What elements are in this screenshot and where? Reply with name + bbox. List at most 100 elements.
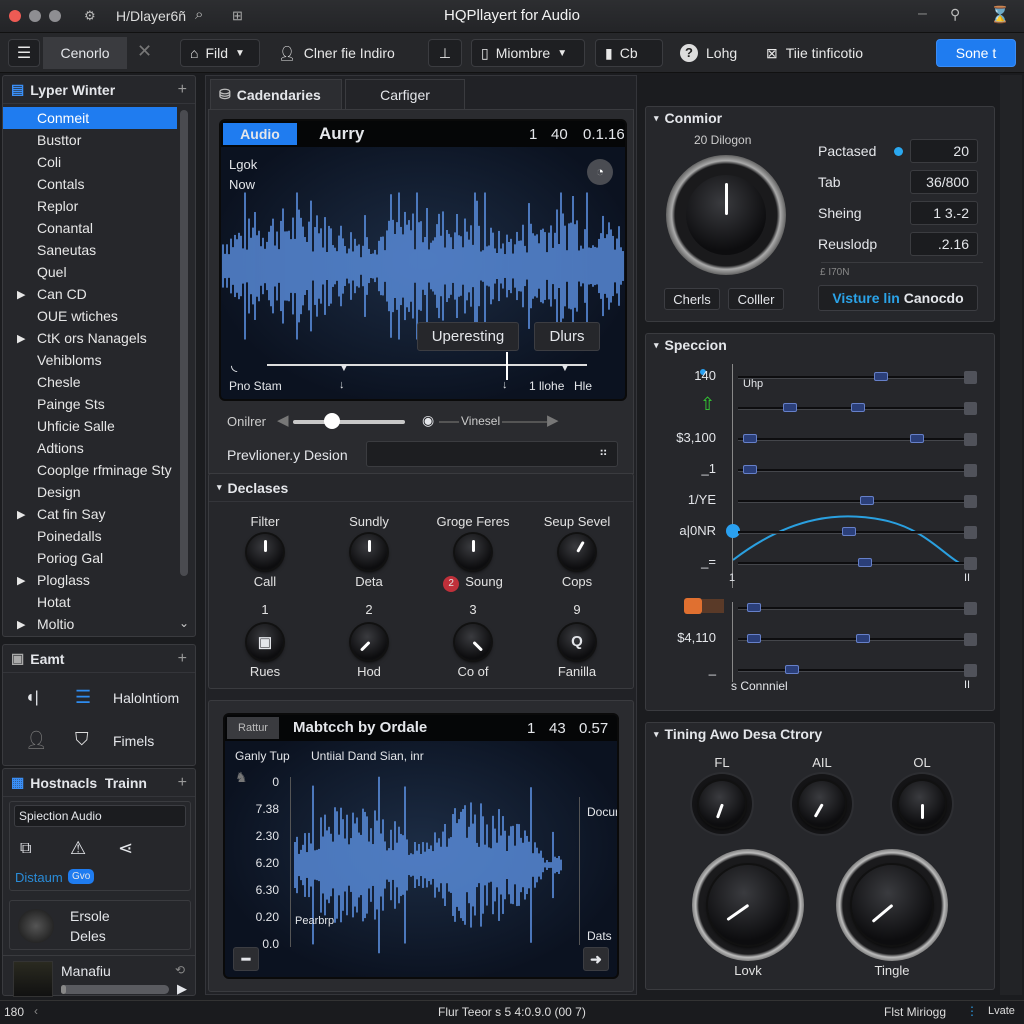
timing-small-knob[interactable] bbox=[892, 774, 952, 834]
spec-track[interactable] bbox=[738, 438, 964, 441]
add-icon[interactable]: + bbox=[178, 650, 187, 668]
shield-icon[interactable]: ⛉ bbox=[75, 729, 89, 750]
user-button[interactable]: 👤︎ Clner fie Indiro bbox=[278, 39, 395, 67]
spec-handle[interactable] bbox=[783, 403, 798, 412]
spec-track[interactable] bbox=[738, 469, 964, 472]
eamt-item[interactable]: Fimels bbox=[113, 733, 154, 749]
more-icon[interactable]: ⋮ bbox=[966, 1004, 978, 1018]
sidebar-item[interactable]: Painge Sts bbox=[3, 393, 177, 415]
spec-handle[interactable] bbox=[785, 665, 800, 674]
spec-track[interactable] bbox=[738, 376, 964, 379]
distaum-link[interactable]: Distaum bbox=[15, 870, 63, 885]
tab-cadendaries[interactable]: ⛁ Cadendaries bbox=[210, 79, 342, 109]
knob[interactable] bbox=[899, 781, 945, 827]
spec-handle[interactable] bbox=[841, 527, 856, 536]
spec-track[interactable] bbox=[738, 500, 964, 503]
profile-card[interactable]: Ersole Deles bbox=[9, 900, 191, 950]
expand-arrow-icon[interactable]: ▶ bbox=[17, 332, 25, 345]
dlurs-button[interactable]: Dlurs bbox=[534, 322, 600, 351]
spec-handle[interactable] bbox=[909, 434, 924, 443]
uperesting-button[interactable]: Uperesting bbox=[417, 322, 519, 351]
play-icon[interactable]: ▶ bbox=[177, 981, 187, 997]
sidebar-item[interactable]: Poriog Gal bbox=[3, 547, 177, 569]
timeline-marker[interactable]: ▼ bbox=[339, 363, 349, 374]
knob[interactable]: ▣ bbox=[247, 624, 283, 660]
sidebar-scrollbar[interactable] bbox=[180, 110, 188, 576]
onilrer-slider[interactable] bbox=[293, 420, 405, 424]
spec-handle[interactable] bbox=[855, 634, 870, 643]
conmior-row-value[interactable]: .2.16 bbox=[910, 232, 978, 256]
primary-action-button[interactable]: Sone t bbox=[936, 39, 1016, 67]
second-tag[interactable]: Rattur bbox=[227, 717, 279, 739]
sidebar-item[interactable]: Vehibloms bbox=[3, 349, 177, 371]
tab-document[interactable]: Cenorlo bbox=[43, 37, 127, 69]
sidebar-item[interactable]: Conmeit bbox=[3, 107, 177, 129]
spec-handle[interactable] bbox=[857, 558, 872, 567]
knob[interactable] bbox=[247, 534, 283, 570]
conmior-header[interactable]: ▾ Conmior bbox=[646, 107, 994, 129]
track-progress-bar[interactable] bbox=[61, 985, 169, 994]
declases-header[interactable]: ▾ Declases bbox=[209, 474, 633, 502]
knob[interactable] bbox=[455, 624, 491, 660]
sidebar-item[interactable]: Cooplge rfminage Sty bbox=[3, 459, 177, 481]
timing-small-knob[interactable] bbox=[692, 774, 752, 834]
cherls-button[interactable]: Cherls bbox=[664, 288, 720, 310]
add-icon[interactable]: + bbox=[178, 774, 187, 792]
spec-handle[interactable] bbox=[860, 496, 875, 505]
spec-handle[interactable] bbox=[873, 372, 888, 381]
arrow-left-icon[interactable]: ◀ bbox=[277, 411, 289, 429]
spec-row-end-button[interactable] bbox=[964, 371, 977, 384]
spec-handle[interactable] bbox=[747, 634, 762, 643]
colller-button[interactable]: Colller bbox=[728, 288, 784, 310]
second-waveform-view[interactable]: Rattur Mabtcch by Ordale 1 43 0.57 Ganly… bbox=[223, 713, 619, 979]
right-scroll-strip[interactable] bbox=[1000, 75, 1022, 995]
close-icon[interactable]: ⌛ bbox=[990, 5, 1010, 25]
timeline-track[interactable] bbox=[267, 364, 587, 366]
camera-icon[interactable]: ⧉ bbox=[20, 840, 31, 858]
spec-row-end-button[interactable] bbox=[964, 526, 977, 539]
sidebar-item[interactable]: Design bbox=[3, 481, 177, 503]
sidebar-item[interactable]: ▶ Cat fin Say bbox=[3, 503, 177, 525]
knob[interactable] bbox=[559, 534, 595, 570]
tie-button[interactable]: ⊠ Tiie tinficotio bbox=[766, 39, 863, 67]
spec-row-end-button[interactable] bbox=[964, 433, 977, 446]
knob[interactable]: Q bbox=[559, 624, 595, 660]
minus-button[interactable]: ━ bbox=[233, 947, 259, 971]
sidebar-item[interactable]: ▶ CtK ors Nanagels bbox=[3, 327, 177, 349]
sidebar-item[interactable]: Chesle bbox=[3, 371, 177, 393]
warning-icon[interactable]: ⚠ bbox=[70, 838, 86, 859]
audio-tag[interactable]: Audio bbox=[223, 123, 297, 145]
speaker-icon[interactable]: ◖| bbox=[25, 689, 39, 707]
sidebar-item[interactable]: Busttor bbox=[3, 129, 177, 151]
spec-handle[interactable] bbox=[742, 465, 757, 474]
grip-icon[interactable]: ⠶ bbox=[599, 445, 608, 459]
timing-big-dial[interactable] bbox=[836, 849, 948, 961]
add-icon[interactable]: + bbox=[178, 81, 187, 99]
expand-arrow-icon[interactable]: ▶ bbox=[17, 618, 25, 631]
person-icon[interactable]: 👤︎ bbox=[25, 730, 48, 751]
sidebar-item[interactable]: Conantal bbox=[3, 217, 177, 239]
sidebar-item[interactable]: ▶ Ploglass bbox=[3, 569, 177, 591]
menu-button[interactable]: ☰ bbox=[8, 39, 40, 67]
timing-big-dial[interactable] bbox=[692, 849, 804, 961]
spec-track[interactable] bbox=[738, 669, 964, 672]
audio-waveform-view[interactable]: Audio Aurry 1 40 0.1.16 Lgok Now ◔ Upere… bbox=[219, 119, 627, 401]
help-button[interactable]: ? Lohg bbox=[680, 39, 737, 67]
spiection-input[interactable]: Spiection Audio bbox=[14, 805, 186, 827]
speccion-header[interactable]: ▾ Speccion bbox=[646, 334, 994, 356]
conmior-row-value[interactable]: 36/800 bbox=[910, 170, 978, 194]
spec-row-end-button[interactable] bbox=[964, 602, 977, 615]
expand-arrow-icon[interactable]: ▶ bbox=[17, 288, 25, 301]
spec-row-end-button[interactable] bbox=[964, 495, 977, 508]
timing-small-knob[interactable] bbox=[792, 774, 852, 834]
spec-row-end-button[interactable] bbox=[964, 402, 977, 415]
conmior-row-value[interactable]: 20 bbox=[910, 139, 978, 163]
spec-handle[interactable] bbox=[742, 434, 757, 443]
timeline-marker[interactable]: ▼ bbox=[560, 363, 570, 374]
eamt-item[interactable]: Halolntiom bbox=[113, 690, 179, 706]
spec-row-end-button[interactable] bbox=[964, 464, 977, 477]
sidebar-item[interactable]: Hotat bbox=[3, 591, 177, 613]
knob[interactable] bbox=[708, 865, 788, 945]
knob[interactable] bbox=[351, 534, 387, 570]
pin-icon[interactable]: ⚲ bbox=[950, 6, 960, 23]
